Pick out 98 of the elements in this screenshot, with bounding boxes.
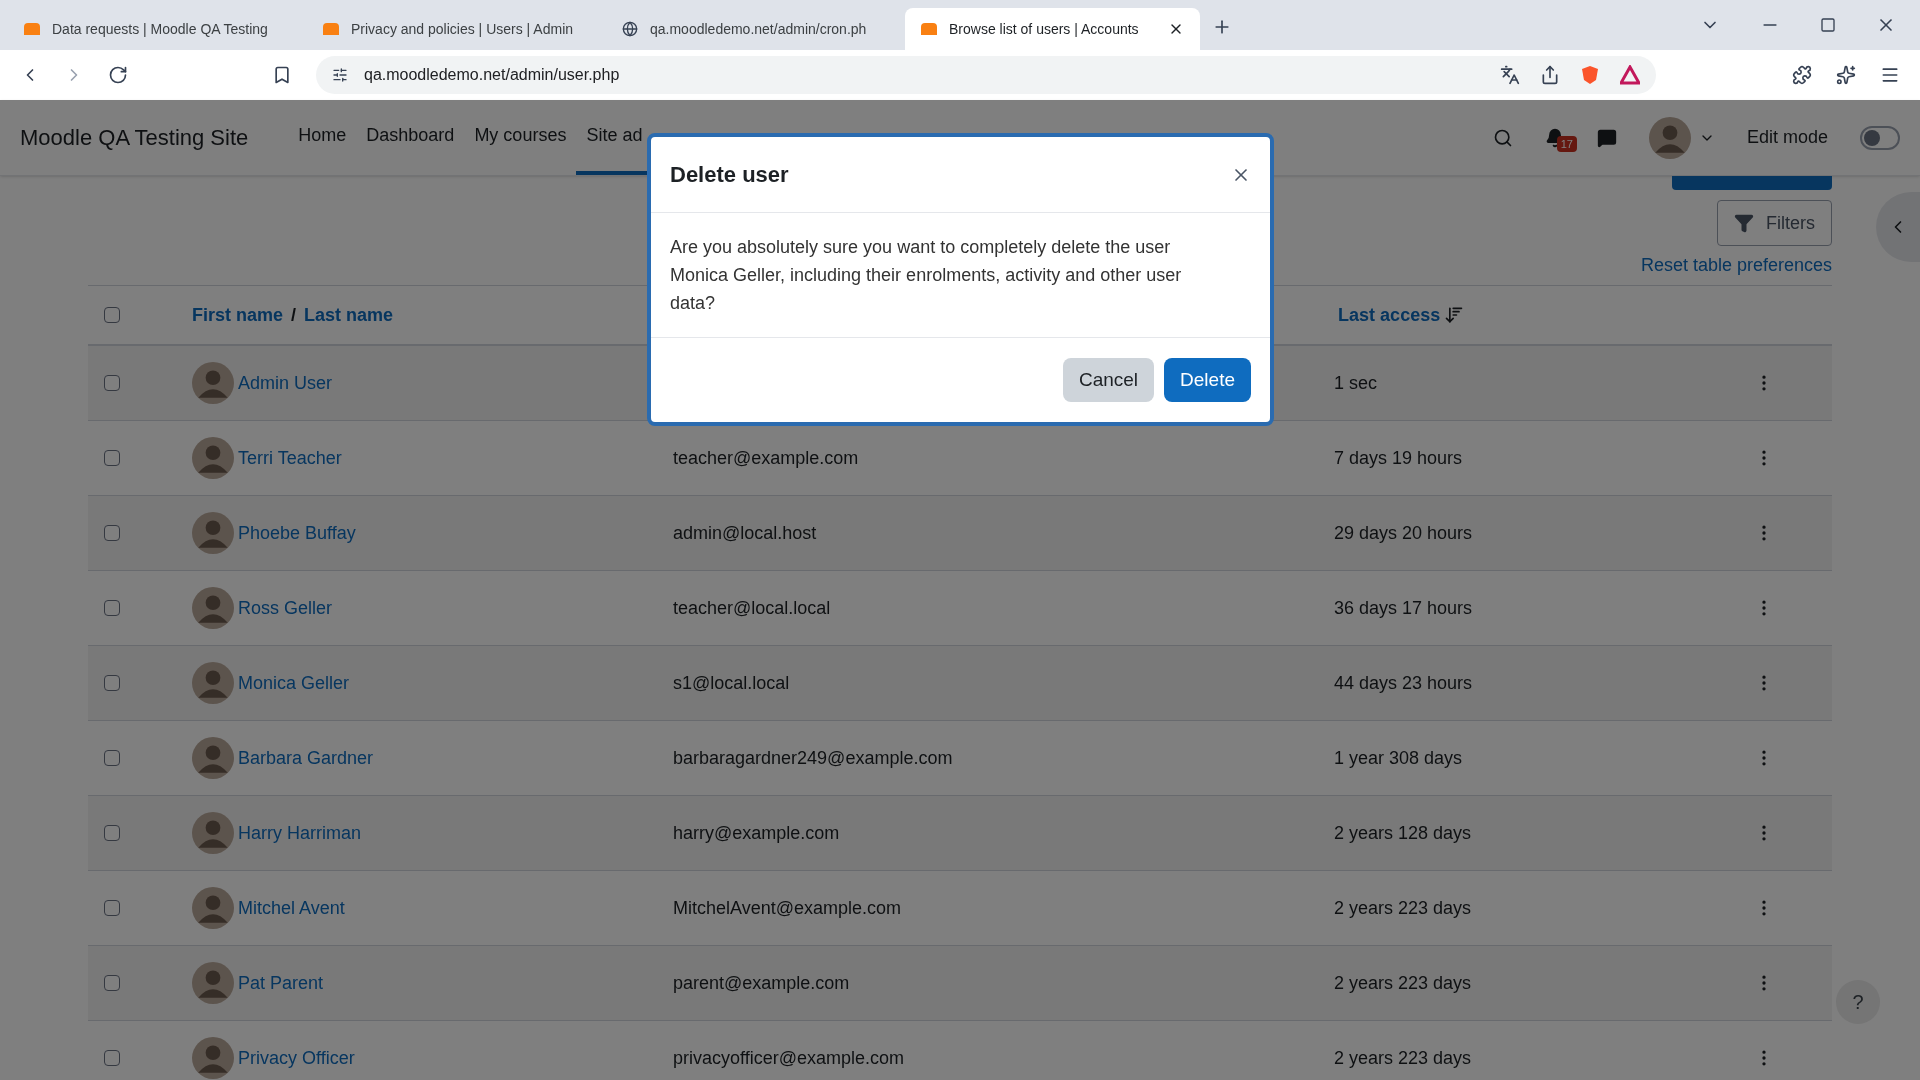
restore-icon[interactable] bbox=[1820, 17, 1836, 33]
user-link[interactable]: Ross Geller bbox=[238, 594, 333, 622]
row-checkbox[interactable] bbox=[104, 600, 120, 616]
email-cell-text: s1@local.local bbox=[673, 671, 791, 695]
browser-tab[interactable]: Privacy and policies | Users | Admin bbox=[307, 8, 602, 50]
last-access-cell-text: 2 years 128 days bbox=[1334, 821, 1473, 845]
browser-tab[interactable]: Browse list of users | Accounts bbox=[905, 8, 1200, 50]
globe-icon bbox=[622, 21, 638, 37]
last-access-cell-text: 44 days 23 hours bbox=[1334, 671, 1474, 695]
user-link[interactable]: Admin User bbox=[238, 369, 333, 397]
email-cell-text: harry@example.com bbox=[673, 821, 841, 845]
email-cell-text: admin@local.host bbox=[673, 521, 818, 545]
email-cell-text: barbaragardner249@example.com bbox=[673, 746, 954, 770]
message-icon[interactable] bbox=[1596, 127, 1617, 148]
extensions-icon[interactable] bbox=[1792, 65, 1812, 85]
avatar bbox=[192, 662, 234, 704]
shield-icon[interactable] bbox=[1580, 65, 1600, 85]
nav-link[interactable]: Dashboard bbox=[356, 100, 465, 175]
user-link[interactable]: Mitchel Avent bbox=[238, 894, 345, 922]
email-cell-text: teacher@local.local bbox=[673, 596, 832, 620]
select-all-checkbox[interactable] bbox=[104, 307, 120, 323]
avatar bbox=[192, 887, 234, 929]
translate-icon[interactable] bbox=[1500, 65, 1520, 85]
site-name[interactable]: Moodle QA Testing Site bbox=[20, 121, 249, 154]
nav-link[interactable]: My courses bbox=[464, 100, 577, 175]
tab-title: qa.moodledemo.net/admin/cron.ph bbox=[650, 19, 867, 39]
edit-mode-label: Edit mode bbox=[1746, 126, 1828, 149]
avatar bbox=[192, 1037, 234, 1079]
sort-link[interactable]: First name bbox=[192, 301, 284, 329]
email-cell-text: parent@example.com bbox=[673, 971, 851, 995]
row-checkbox[interactable] bbox=[104, 825, 120, 841]
row-checkbox[interactable] bbox=[104, 975, 120, 991]
sparkle-icon[interactable] bbox=[1836, 65, 1856, 85]
row-checkbox[interactable] bbox=[104, 375, 120, 391]
delete-button[interactable]: Delete bbox=[1164, 358, 1251, 402]
menu-icon[interactable] bbox=[1880, 65, 1900, 85]
browser-tab[interactable]: Data requests | Moodle QA Testing bbox=[8, 8, 303, 50]
dialog-message: Are you absolutely sure you want to completely delete the user Monica Geller, including their enrolments, activity and other user data? bbox=[670, 236, 1183, 315]
hat-icon bbox=[24, 23, 40, 35]
user-link[interactable]: Privacy Officer bbox=[238, 1044, 355, 1072]
last-access-cell-text: 2 years 223 days bbox=[1334, 896, 1473, 920]
help-button[interactable]: ? bbox=[1836, 980, 1880, 1024]
hat-icon bbox=[323, 23, 339, 35]
separator: / bbox=[291, 303, 297, 327]
dialog-title: Delete user bbox=[670, 161, 789, 189]
row-checkbox[interactable] bbox=[104, 900, 120, 916]
tab-title: Browse list of users | Accounts bbox=[949, 19, 1139, 39]
last-access-cell-text: 29 days 20 hours bbox=[1334, 521, 1474, 545]
cancel-button[interactable]: Cancel bbox=[1062, 358, 1155, 402]
avatar bbox=[192, 437, 234, 479]
search-icon[interactable] bbox=[1492, 127, 1513, 148]
avatar bbox=[192, 587, 234, 629]
avatar bbox=[192, 362, 234, 404]
hat-icon bbox=[921, 23, 937, 35]
last-access-cell-text: 1 year 308 days bbox=[1334, 746, 1464, 770]
share-icon[interactable] bbox=[1540, 65, 1560, 85]
filters-button[interactable]: Filters bbox=[1717, 200, 1832, 246]
email-cell-text: MitchelAvent@example.com bbox=[673, 896, 903, 920]
avatar bbox=[192, 962, 234, 1004]
filter-icon bbox=[1734, 213, 1754, 233]
last-access-cell-text: 1 sec bbox=[1334, 371, 1379, 395]
last-access-cell-text: 2 years 223 days bbox=[1334, 971, 1473, 995]
sort-link[interactable]: Last access bbox=[1338, 301, 1441, 329]
triangle-icon[interactable] bbox=[1620, 65, 1640, 85]
sort-icon bbox=[1444, 305, 1465, 325]
email-cell-text: teacher@example.com bbox=[673, 446, 860, 470]
sort-link[interactable]: Last name bbox=[304, 301, 394, 329]
last-access-cell-text: 36 days 17 hours bbox=[1334, 596, 1474, 620]
row-checkbox[interactable] bbox=[104, 450, 120, 466]
reload-icon[interactable] bbox=[108, 65, 128, 85]
site-settings-icon[interactable] bbox=[332, 67, 348, 83]
browser-tab[interactable]: qa.moodledemo.net/admin/cron.ph bbox=[606, 8, 901, 50]
avatar bbox=[192, 737, 234, 779]
row-checkbox[interactable] bbox=[104, 675, 120, 691]
url-text: qa.moodledemo.net/admin/user.php bbox=[364, 65, 620, 85]
avatar bbox=[192, 812, 234, 854]
user-link[interactable]: Barbara Gardner bbox=[238, 744, 374, 772]
nav-link[interactable]: Home bbox=[288, 100, 357, 175]
address-bar[interactable]: qa.moodledemo.net/admin/user.php bbox=[316, 56, 1656, 94]
bookmark-icon[interactable] bbox=[272, 65, 292, 85]
user-link[interactable]: Terri Teacher bbox=[238, 444, 342, 472]
edit-mode-switch[interactable] bbox=[1860, 125, 1900, 150]
tab-title: Privacy and policies | Users | Admin bbox=[351, 19, 574, 39]
row-checkbox[interactable] bbox=[104, 1050, 120, 1066]
tab-title: Data requests | Moodle QA Testing bbox=[52, 19, 268, 39]
user-link[interactable]: Monica Geller bbox=[238, 669, 350, 697]
row-checkbox[interactable] bbox=[104, 525, 120, 541]
email-cell-text: privacyofficer@example.com bbox=[673, 1046, 906, 1070]
reset-link[interactable]: Reset table preferences bbox=[1640, 252, 1832, 279]
last-access-cell-text: 2 years 223 days bbox=[1334, 1046, 1473, 1070]
row-checkbox[interactable] bbox=[104, 750, 120, 766]
user-link[interactable]: Harry Harriman bbox=[238, 819, 361, 847]
notification-count: 17 bbox=[1556, 135, 1577, 152]
avatar bbox=[192, 512, 234, 554]
avatar bbox=[1648, 116, 1691, 159]
last-access-cell-text: 7 days 19 hours bbox=[1334, 446, 1464, 470]
user-link[interactable]: Phoebe Buffay bbox=[238, 519, 356, 547]
user-link[interactable]: Pat Parent bbox=[238, 969, 324, 997]
